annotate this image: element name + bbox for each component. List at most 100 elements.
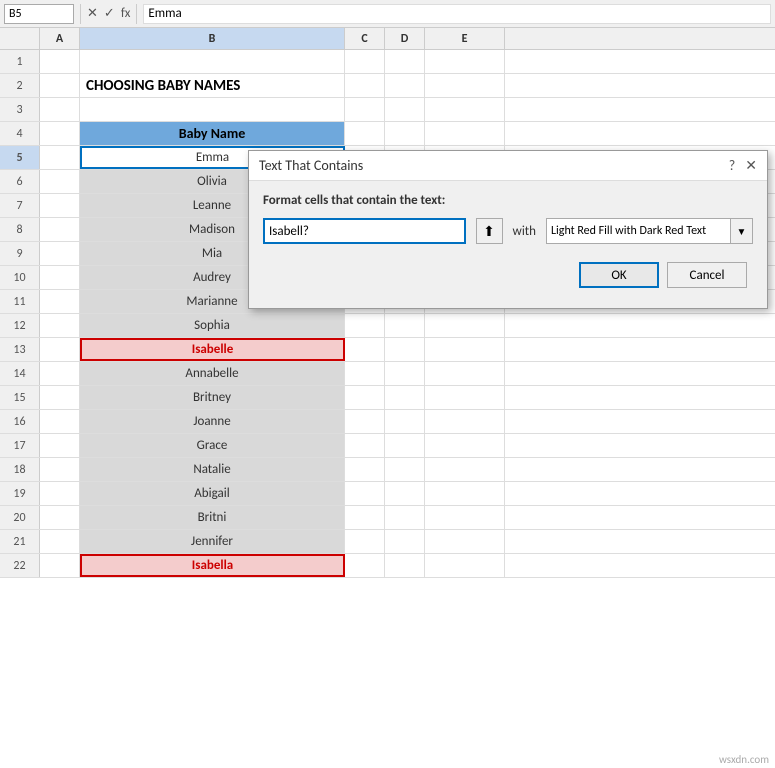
cell-a3[interactable] bbox=[40, 98, 80, 121]
cell-a6[interactable] bbox=[40, 170, 80, 193]
cell-a10[interactable] bbox=[40, 266, 80, 289]
cell-e13[interactable] bbox=[425, 338, 505, 361]
cell-b13[interactable]: Isabelle bbox=[80, 338, 345, 361]
cell-d12[interactable] bbox=[385, 314, 425, 337]
cell-c2[interactable] bbox=[345, 74, 385, 97]
cell-a18[interactable] bbox=[40, 458, 80, 481]
cell-d19[interactable] bbox=[385, 482, 425, 505]
cell-c15[interactable] bbox=[345, 386, 385, 409]
confirm-icon[interactable]: ✓ bbox=[104, 6, 115, 21]
cell-c17[interactable] bbox=[345, 434, 385, 457]
cell-e2[interactable] bbox=[425, 74, 505, 97]
cell-a8[interactable] bbox=[40, 218, 80, 241]
cell-c22[interactable] bbox=[345, 554, 385, 577]
cell-a19[interactable] bbox=[40, 482, 80, 505]
row-num-16: 16 bbox=[0, 410, 40, 433]
cell-b18[interactable]: Natalie bbox=[80, 458, 345, 481]
cell-d20[interactable] bbox=[385, 506, 425, 529]
cell-c16[interactable] bbox=[345, 410, 385, 433]
cell-b15[interactable]: Britney bbox=[80, 386, 345, 409]
cell-b17[interactable]: Grace bbox=[80, 434, 345, 457]
cell-d4[interactable] bbox=[385, 122, 425, 145]
cell-c4[interactable] bbox=[345, 122, 385, 145]
cell-d2[interactable] bbox=[385, 74, 425, 97]
dialog-help-icon[interactable]: ? bbox=[729, 157, 736, 174]
cell-c12[interactable] bbox=[345, 314, 385, 337]
cell-a21[interactable] bbox=[40, 530, 80, 553]
dropdown-arrow-icon[interactable]: ▼ bbox=[731, 218, 753, 244]
cell-e12[interactable] bbox=[425, 314, 505, 337]
cell-c20[interactable] bbox=[345, 506, 385, 529]
cell-a7[interactable] bbox=[40, 194, 80, 217]
cell-b16[interactable]: Joanne bbox=[80, 410, 345, 433]
cell-b19[interactable]: Abigail bbox=[80, 482, 345, 505]
dialog-upload-button[interactable]: ⬆ bbox=[476, 218, 503, 244]
cell-a14[interactable] bbox=[40, 362, 80, 385]
cell-a17[interactable] bbox=[40, 434, 80, 457]
cell-d17[interactable] bbox=[385, 434, 425, 457]
cell-a1[interactable] bbox=[40, 50, 80, 73]
cell-a9[interactable] bbox=[40, 242, 80, 265]
fx-icon[interactable]: fx bbox=[121, 6, 131, 21]
cell-a15[interactable] bbox=[40, 386, 80, 409]
cell-c19[interactable] bbox=[345, 482, 385, 505]
row-12: 12 Sophia bbox=[0, 314, 775, 338]
cell-c21[interactable] bbox=[345, 530, 385, 553]
cell-a16[interactable] bbox=[40, 410, 80, 433]
cell-d1[interactable] bbox=[385, 50, 425, 73]
cell-b3[interactable] bbox=[80, 98, 345, 121]
dialog-close-icon[interactable]: ✕ bbox=[745, 157, 757, 174]
cell-reference-box[interactable]: B5 bbox=[4, 4, 74, 24]
row-21: 21 Jennifer bbox=[0, 530, 775, 554]
cell-d15[interactable] bbox=[385, 386, 425, 409]
cell-a5[interactable] bbox=[40, 146, 80, 169]
cell-c18[interactable] bbox=[345, 458, 385, 481]
cell-d22[interactable] bbox=[385, 554, 425, 577]
cell-c3[interactable] bbox=[345, 98, 385, 121]
cell-e14[interactable] bbox=[425, 362, 505, 385]
cell-b22[interactable]: Isabella bbox=[80, 554, 345, 577]
cell-d14[interactable] bbox=[385, 362, 425, 385]
cell-e21[interactable] bbox=[425, 530, 505, 553]
cell-a2[interactable] bbox=[40, 74, 80, 97]
cell-d18[interactable] bbox=[385, 458, 425, 481]
cell-b12[interactable]: Sophia bbox=[80, 314, 345, 337]
row-num-7: 7 bbox=[0, 194, 40, 217]
cell-e4[interactable] bbox=[425, 122, 505, 145]
dialog-format-select[interactable]: Light Red Fill with Dark Red Text Yellow… bbox=[546, 218, 731, 244]
cell-e18[interactable] bbox=[425, 458, 505, 481]
cell-a11[interactable] bbox=[40, 290, 80, 313]
cell-e15[interactable] bbox=[425, 386, 505, 409]
row-14: 14 Annabelle bbox=[0, 362, 775, 386]
cell-b4-header[interactable]: Baby Name bbox=[80, 122, 345, 145]
cell-e22[interactable] bbox=[425, 554, 505, 577]
dialog-text-input[interactable] bbox=[263, 218, 466, 244]
cell-d3[interactable] bbox=[385, 98, 425, 121]
cell-a13[interactable] bbox=[40, 338, 80, 361]
cell-c14[interactable] bbox=[345, 362, 385, 385]
cell-e3[interactable] bbox=[425, 98, 505, 121]
formula-input[interactable]: Emma bbox=[143, 4, 771, 24]
cell-e17[interactable] bbox=[425, 434, 505, 457]
cell-e1[interactable] bbox=[425, 50, 505, 73]
cell-a12[interactable] bbox=[40, 314, 80, 337]
cell-d13[interactable] bbox=[385, 338, 425, 361]
cell-b14[interactable]: Annabelle bbox=[80, 362, 345, 385]
cell-a22[interactable] bbox=[40, 554, 80, 577]
cell-d16[interactable] bbox=[385, 410, 425, 433]
cell-b2-title[interactable]: CHOOSING BABY NAMES bbox=[80, 74, 345, 97]
cell-e16[interactable] bbox=[425, 410, 505, 433]
cell-b1[interactable] bbox=[80, 50, 345, 73]
cell-c13[interactable] bbox=[345, 338, 385, 361]
cell-e20[interactable] bbox=[425, 506, 505, 529]
cell-d21[interactable] bbox=[385, 530, 425, 553]
cancel-icon[interactable]: ✕ bbox=[87, 6, 98, 21]
cell-b20[interactable]: Britni bbox=[80, 506, 345, 529]
cell-e19[interactable] bbox=[425, 482, 505, 505]
cell-a20[interactable] bbox=[40, 506, 80, 529]
cell-b21[interactable]: Jennifer bbox=[80, 530, 345, 553]
ok-button[interactable]: OK bbox=[579, 262, 659, 288]
cell-c1[interactable] bbox=[345, 50, 385, 73]
cancel-button[interactable]: Cancel bbox=[667, 262, 747, 288]
cell-a4[interactable] bbox=[40, 122, 80, 145]
